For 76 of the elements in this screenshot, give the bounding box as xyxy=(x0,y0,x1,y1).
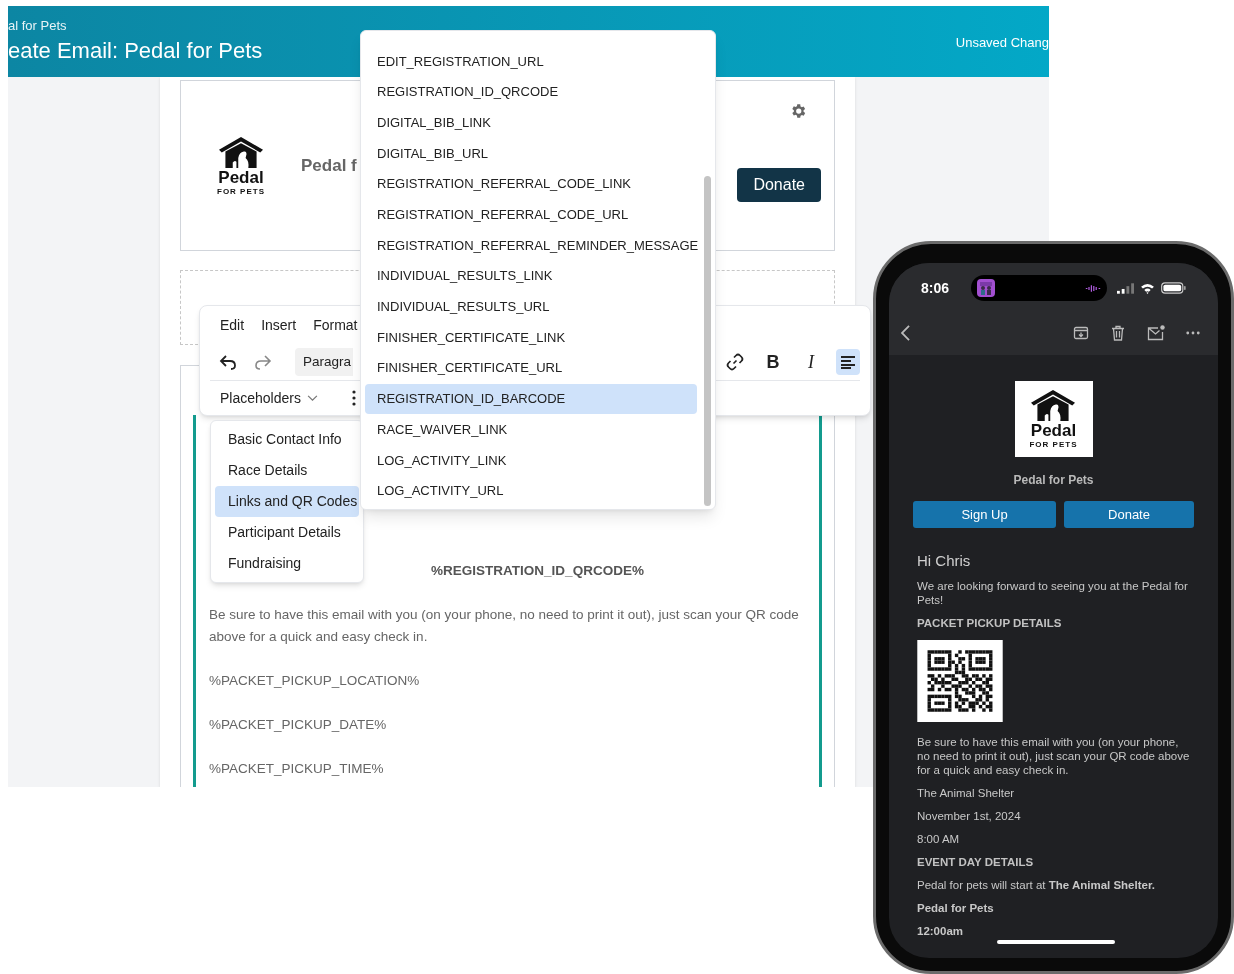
undo-icon[interactable] xyxy=(218,352,238,372)
logo-wordmark: Pedal xyxy=(1030,422,1077,440)
house-icon xyxy=(218,135,264,169)
sign-up-button[interactable]: Sign Up xyxy=(913,501,1056,528)
donate-button[interactable]: Donate xyxy=(737,168,821,202)
dropdown-option[interactable]: LOG_ACTIVITY_LINK xyxy=(365,444,697,476)
align-left-icon xyxy=(840,355,856,369)
page-title: eate Email: Pedal for Pets xyxy=(8,37,263,65)
scrollbar-thumb[interactable] xyxy=(704,176,711,506)
menu-item[interactable]: Insert xyxy=(261,315,297,337)
dropdown-option[interactable]: REGISTRATION_ID_BARCODE xyxy=(365,383,697,415)
section-heading: PACKET PICKUP DETAILS xyxy=(917,616,1063,630)
menu-item[interactable]: Edit xyxy=(220,315,245,337)
archive-icon[interactable] xyxy=(1073,325,1089,341)
body-paragraph: Be sure to have this email with you (on your phone, no need to print it out), just scan your QR code above for a quick and easy check in. xyxy=(917,735,1190,777)
house-icon xyxy=(1030,389,1077,422)
body-paragraph: %PACKET_PICKUP_DATE% xyxy=(209,716,388,734)
menu-option[interactable]: Links and QR Codes xyxy=(215,486,359,517)
dropdown-option[interactable]: FINISHER_CERTIFICATE_URL xyxy=(365,352,697,384)
logo-wordmark: Pedal xyxy=(218,168,264,187)
align-button[interactable] xyxy=(836,349,860,375)
trash-icon[interactable] xyxy=(1110,325,1126,341)
body-paragraph: 8:00 AM xyxy=(917,832,961,846)
detail-text: Pedal for Pets xyxy=(917,901,995,915)
mail-icon[interactable] xyxy=(1147,325,1165,341)
app-icon xyxy=(977,279,996,297)
dropdown-option[interactable]: INDIVIDUAL_RESULTS_URL xyxy=(365,291,697,323)
dropdown-option[interactable]: RACE_WAIVER_LINK xyxy=(365,414,697,445)
body-paragraph: Pedal for pets will start at The Animal Shelter. xyxy=(917,878,1156,892)
italic-button[interactable]: I xyxy=(798,349,824,375)
dropdown-option[interactable]: INDIVIDUAL_RESULTS_LINK xyxy=(365,260,697,292)
back-icon[interactable] xyxy=(901,325,910,341)
dropdown-option[interactable]: DIGITAL_BIB_LINK xyxy=(365,107,697,139)
logo-tagline: FOR PETS xyxy=(217,186,265,196)
clock-text: 8:06 xyxy=(921,278,950,298)
body-paragraph: %PACKET_PICKUP_LOCATION% xyxy=(209,672,421,690)
link-icon xyxy=(725,352,745,372)
body-paragraph: %PACKET_PICKUP_TIME% xyxy=(209,760,385,778)
block-format-select[interactable]: Paragra xyxy=(295,348,354,376)
bold-button[interactable]: B xyxy=(760,349,786,375)
chevron-down-icon xyxy=(306,394,318,402)
menu-option[interactable]: Participant Details xyxy=(215,517,359,548)
dropdown-option[interactable]: FINISHER_CERTIFICATE_LINK xyxy=(365,322,697,353)
more-icon[interactable] xyxy=(1186,331,1200,335)
breadcrumb-link[interactable]: al for Pets xyxy=(8,18,263,34)
menu-option[interactable]: Basic Contact Info xyxy=(215,424,359,455)
menu-option[interactable]: Race Details xyxy=(215,455,359,486)
placeholders-button[interactable]: Placeholders xyxy=(220,387,318,409)
body-paragraph: November 1st, 2024 xyxy=(917,809,1022,823)
dropdown-option[interactable]: REGISTRATION_REFERRAL_CODE_URL xyxy=(365,199,697,231)
menu-item[interactable]: Format xyxy=(313,315,358,337)
organization-name: Pedal f xyxy=(301,154,357,177)
body-paragraph: Be sure to have this email with you (on your phone, no need to print it out), just scan your QR code above for a quick and easy check in. xyxy=(209,606,800,646)
body-paragraph: We are looking forward to seeing you at the Pedal for Pets! xyxy=(917,579,1189,607)
redo-icon[interactable] xyxy=(253,352,273,372)
dropdown-option[interactable]: REGISTRATION_REFERRAL_CODE_LINK xyxy=(365,168,697,200)
donate-button[interactable]: Donate xyxy=(1064,501,1194,528)
organization-name: Pedal for Pets xyxy=(1013,472,1094,489)
body-paragraph: The Animal Shelter xyxy=(917,786,1016,800)
status-text: Unsaved Chang xyxy=(955,34,1049,52)
dropdown-option[interactable]: REGISTRATION_ID_QRCODE xyxy=(365,76,697,108)
dropdown-option[interactable]: LOG_ACTIVITY_URL xyxy=(365,475,697,507)
section-heading: EVENT DAY DETAILS xyxy=(917,855,1035,869)
menu-option[interactable]: Fundraising xyxy=(215,548,359,579)
battery-icon xyxy=(1161,282,1186,294)
dropdown-option[interactable]: REGISTRATION_REFERRAL_REMINDER_MESSAGE xyxy=(365,230,697,261)
dropdown-option[interactable]: EDIT_REGISTRATION_URL xyxy=(365,46,697,77)
greeting-text: Hi Chris xyxy=(917,552,972,570)
dropdown-option[interactable]: DIGITAL_BIB_URL xyxy=(365,138,697,169)
placeholder-token: %REGISTRATION_ID_QRCODE% xyxy=(431,562,644,580)
wifi-icon xyxy=(1140,282,1155,294)
waveform-icon xyxy=(1085,283,1101,293)
detail-text: 12:00am xyxy=(917,924,965,938)
signal-icon xyxy=(1117,282,1134,294)
logo-tagline: FOR PETS xyxy=(1029,440,1078,449)
more-icon[interactable] xyxy=(351,390,356,407)
